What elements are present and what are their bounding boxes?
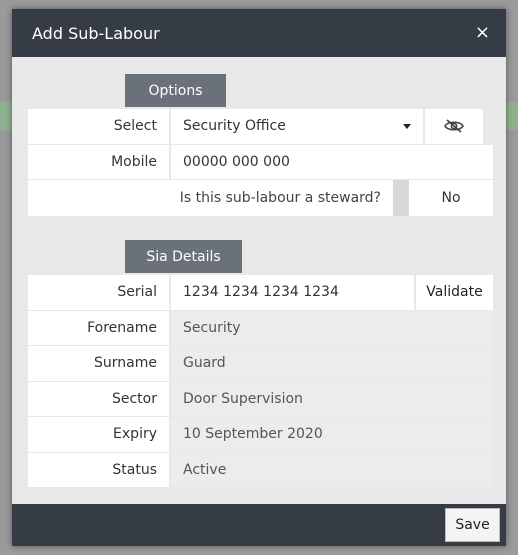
validate-button[interactable]: Validate <box>414 275 493 310</box>
serial-row: Serial 1234 1234 1234 1234 Validate <box>28 275 493 311</box>
serial-input[interactable]: 1234 1234 1234 1234 <box>171 275 414 310</box>
steward-answer[interactable]: No <box>409 180 493 216</box>
steward-row: Is this sub-labour a steward? No <box>28 180 493 216</box>
surname-label: Surname <box>28 346 171 381</box>
sector-value: Door Supervision <box>171 381 493 416</box>
steward-question: Is this sub-labour a steward? <box>179 189 381 206</box>
office-select[interactable]: Security Office <box>171 109 423 144</box>
mobile-row: Mobile 00000 000 000 <box>28 144 493 180</box>
visibility-toggle-button[interactable] <box>423 109 483 144</box>
forename-value: Security <box>171 310 493 345</box>
save-button[interactable]: Save <box>445 508 500 542</box>
close-icon[interactable]: × <box>475 24 490 42</box>
steward-toggle-handle[interactable] <box>393 180 409 216</box>
status-row: Status Active <box>28 452 493 488</box>
mobile-label: Mobile <box>28 144 171 179</box>
forename-label: Forename <box>28 310 171 345</box>
sia-details-grid: Serial 1234 1234 1234 1234 Validate Fore… <box>28 275 493 488</box>
chevron-down-icon <box>403 123 411 129</box>
status-label: Status <box>28 452 171 487</box>
status-value: Active <box>171 452 493 487</box>
add-sub-labour-dialog: Add Sub-Labour × Options Select Security… <box>12 9 506 546</box>
dialog-footer: Save <box>12 504 506 546</box>
expiry-value: 10 September 2020 <box>171 417 493 452</box>
sector-label: Sector <box>28 381 171 416</box>
mobile-input[interactable]: 00000 000 000 <box>171 144 493 179</box>
expiry-row: Expiry 10 September 2020 <box>28 417 493 453</box>
options-grid: Select Security Office Mobile 00000 000 … <box>28 109 493 216</box>
sia-details-section-tab: Sia Details <box>125 240 242 273</box>
serial-label: Serial <box>28 275 171 310</box>
expiry-label: Expiry <box>28 417 171 452</box>
office-select-value: Security Office <box>183 118 286 135</box>
select-row: Select Security Office <box>28 109 493 145</box>
dialog-title: Add Sub-Labour <box>32 23 160 43</box>
surname-value: Guard <box>171 346 493 381</box>
eye-slash-icon <box>444 119 464 133</box>
select-label: Select <box>28 109 171 144</box>
sector-row: Sector Door Supervision <box>28 381 493 417</box>
options-section-tab: Options <box>125 74 226 107</box>
dialog-body: Options Select Security Office Mobile 00… <box>12 57 506 504</box>
dialog-header: Add Sub-Labour × <box>12 9 506 57</box>
forename-row: Forename Security <box>28 310 493 346</box>
surname-row: Surname Guard <box>28 346 493 382</box>
